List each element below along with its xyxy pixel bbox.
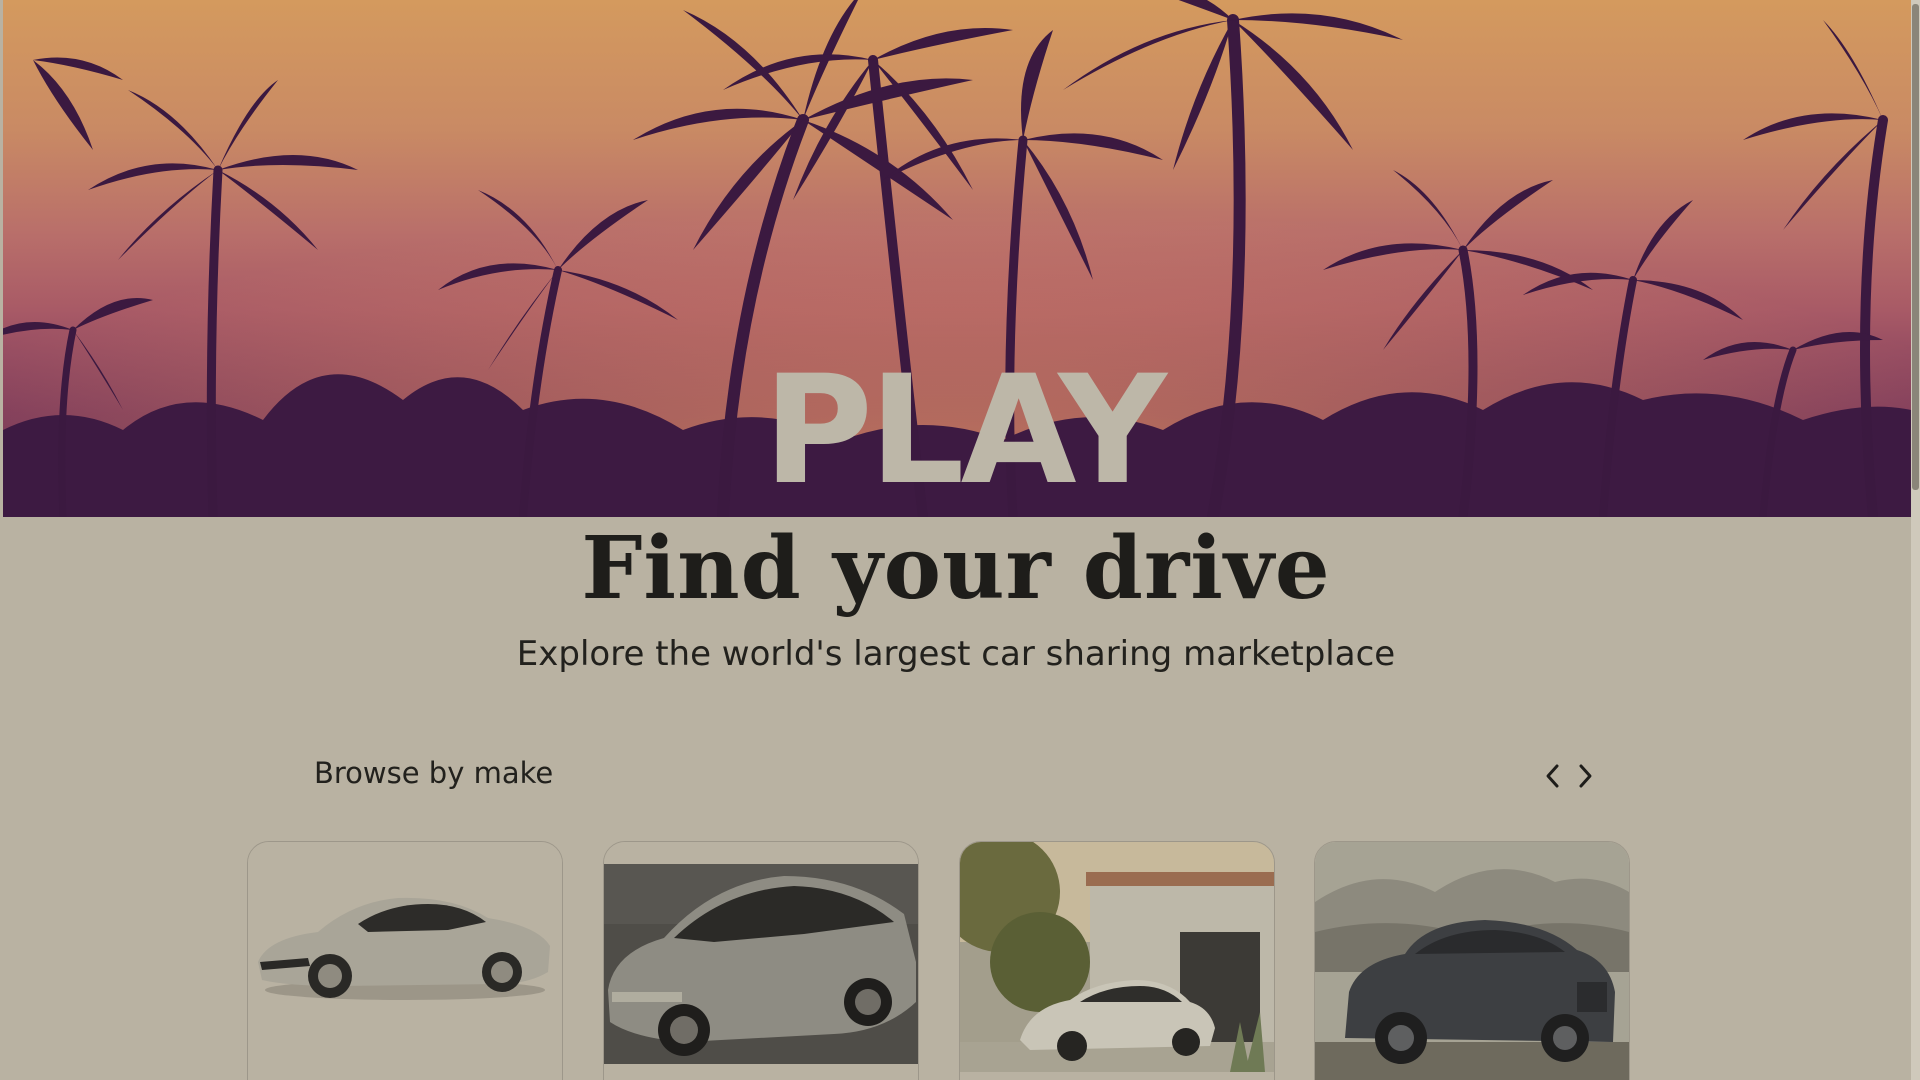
car-image	[604, 842, 918, 1080]
play-logo: PLAY	[763, 352, 1173, 492]
hero-banner: PLAY	[3, 0, 1911, 517]
scrollbar[interactable]	[1911, 0, 1920, 1080]
make-card[interactable]	[959, 841, 1275, 1080]
carousel-next-button[interactable]	[1572, 760, 1598, 792]
carousel-prev-button[interactable]	[1540, 760, 1566, 792]
page-subtitle: Explore the world's largest car sharing …	[516, 634, 1396, 674]
page: PLAY Find your drive Explore the world's…	[0, 0, 1920, 1080]
page-title: Find your drive	[581, 518, 1331, 619]
browse-by-make-heading: Browse by make	[314, 756, 554, 790]
scrollbar-thumb[interactable]	[1912, 4, 1919, 490]
chevron-left-icon	[1546, 764, 1559, 788]
logo-text: PLAY	[763, 352, 1169, 492]
make-card[interactable]	[247, 841, 563, 1080]
car-image	[960, 842, 1274, 1080]
make-card[interactable]	[603, 841, 919, 1080]
car-image	[248, 842, 562, 1080]
make-card[interactable]	[1314, 841, 1630, 1080]
chevron-right-icon	[1579, 764, 1592, 788]
car-image	[1315, 842, 1629, 1080]
